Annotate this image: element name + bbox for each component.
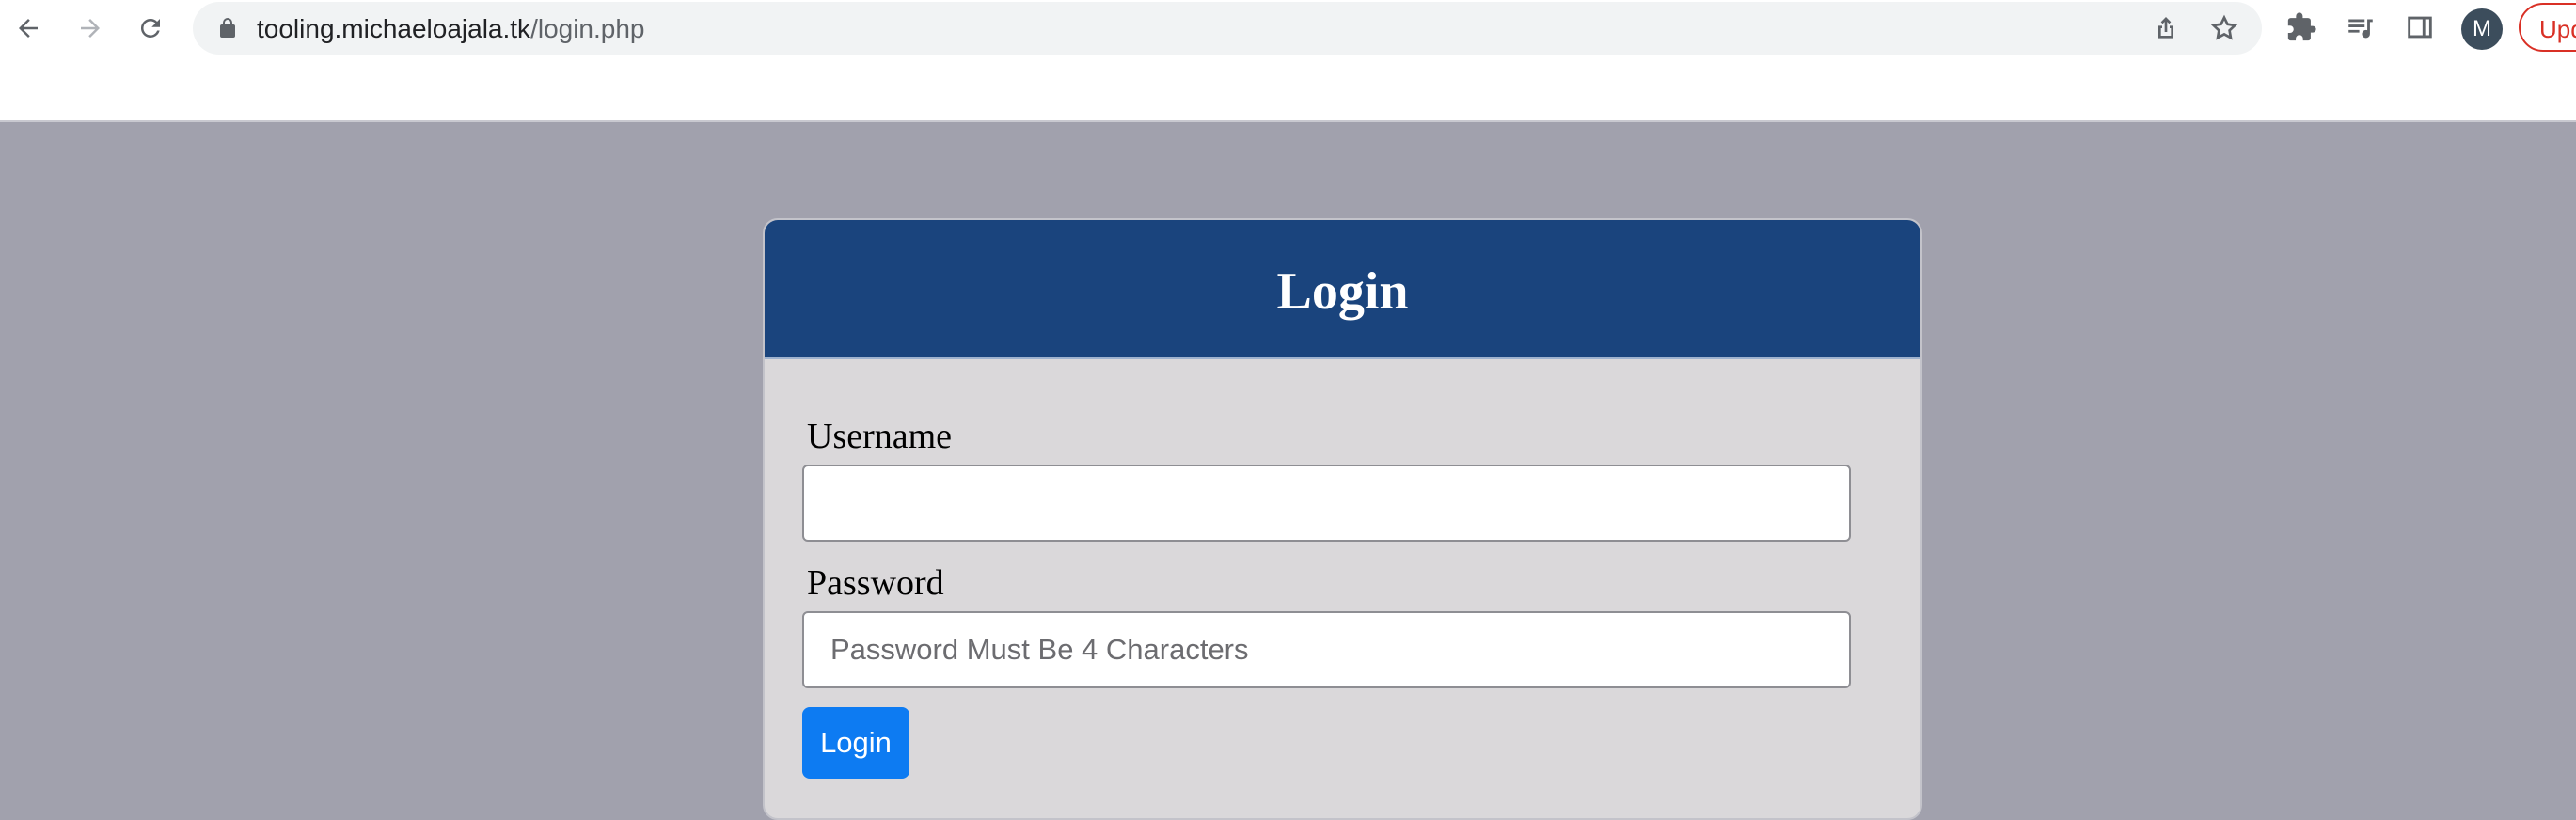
back-button[interactable] [8, 8, 49, 49]
browser-toolbar: tooling.michaeloajala.tk/login.php M Upd… [0, 0, 2576, 56]
password-label: Password [807, 563, 944, 603]
login-title: Login [1276, 262, 1409, 321]
lock-icon [220, 18, 235, 38]
forward-button[interactable] [70, 8, 111, 49]
address-bar[interactable]: tooling.michaeloajala.tk/login.php [193, 2, 2262, 55]
extensions-puzzle-icon[interactable] [2285, 11, 2317, 43]
reload-button[interactable] [130, 8, 171, 49]
arrow-left-icon [19, 19, 38, 38]
url-path: /login.php [530, 14, 645, 43]
side-panel-icon[interactable] [2404, 11, 2436, 43]
share-icon[interactable] [2151, 13, 2181, 43]
username-label: Username [807, 417, 953, 456]
profile-avatar[interactable]: M [2461, 8, 2503, 50]
password-input[interactable] [802, 611, 1851, 688]
arrow-right-icon [81, 19, 100, 38]
page-top-strip [0, 56, 2576, 122]
url-host: tooling.michaeloajala.tk [257, 14, 531, 43]
url-text: tooling.michaeloajala.tk/login.php [257, 15, 645, 43]
login-card: Login Username Password Login [763, 218, 1922, 820]
username-input[interactable] [802, 465, 1851, 542]
update-button[interactable]: Update [2519, 3, 2576, 52]
bookmark-star-icon[interactable] [2209, 13, 2239, 43]
login-button[interactable]: Login [802, 707, 909, 779]
login-card-header: Login [765, 220, 1920, 359]
media-queue-icon[interactable] [2345, 11, 2377, 43]
reload-icon [140, 18, 160, 38]
